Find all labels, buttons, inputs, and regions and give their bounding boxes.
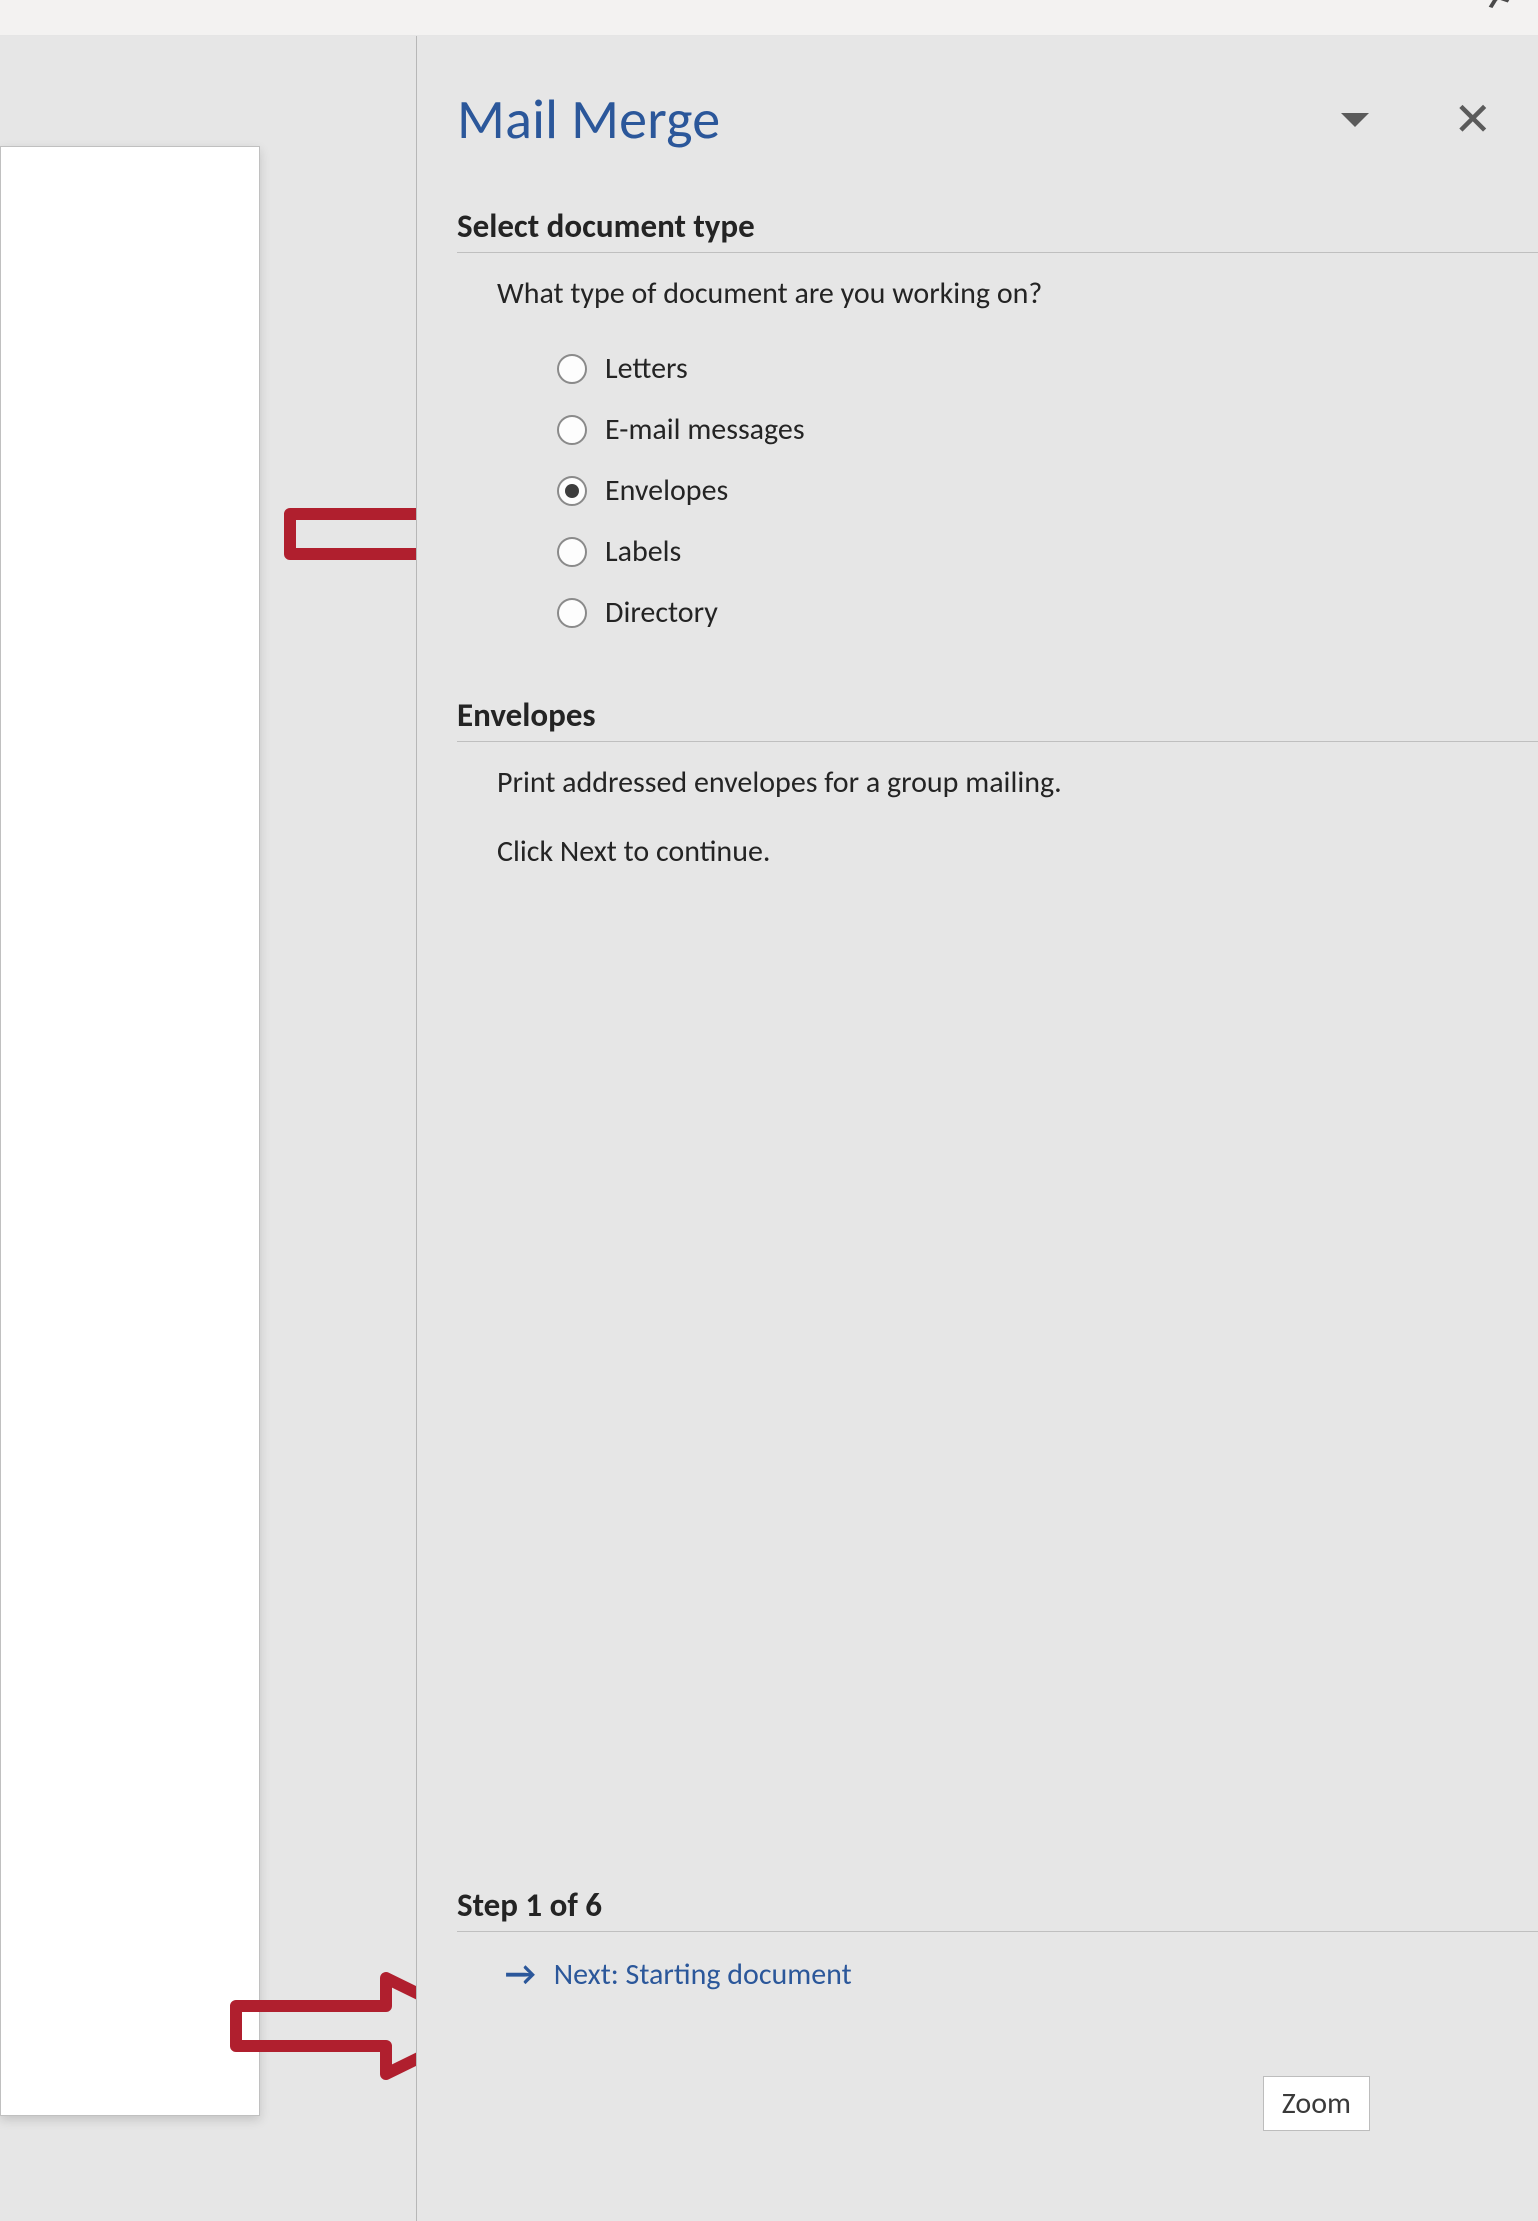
mail-merge-task-pane: Mail Merge ✕ Select document type What t…: [416, 36, 1538, 2221]
section-header: Envelopes: [457, 695, 1538, 742]
description-line: Click Next to continue.: [497, 829, 1538, 874]
radio-icon: [557, 415, 587, 445]
description-line: Print addressed envelopes for a group ma…: [497, 760, 1538, 805]
radio-label: Letters: [605, 346, 688, 391]
envelopes-section: Envelopes Print addressed envelopes for …: [457, 695, 1538, 874]
ribbon-bar: ⌃: [0, 0, 1538, 36]
doctype-radio-letters[interactable]: Letters: [497, 338, 1538, 399]
section-body: What type of document are you working on…: [457, 253, 1538, 643]
step-header: Step 1 of 6: [457, 1885, 1538, 1932]
doctype-radio-envelopes[interactable]: Envelopes: [497, 460, 1538, 521]
section-body: Print addressed envelopes for a group ma…: [457, 742, 1538, 874]
doctype-radio-email[interactable]: E-mail messages: [497, 399, 1538, 460]
wizard-step-block: Step 1 of 6 → Next: Starting document: [457, 1885, 1538, 1995]
next-step-link[interactable]: → Next: Starting document: [457, 1932, 1538, 1995]
prompt-text: What type of document are you working on…: [497, 271, 1538, 316]
document-page[interactable]: [0, 146, 260, 2116]
doctype-radio-labels[interactable]: Labels: [497, 521, 1538, 582]
pane-title: Mail Merge: [457, 86, 1341, 154]
pane-options-dropdown-icon[interactable]: [1341, 113, 1369, 127]
doctype-radio-directory[interactable]: Directory: [497, 582, 1538, 643]
radio-label: Envelopes: [605, 468, 728, 513]
zoom-label: Zoom: [1282, 2085, 1351, 2122]
radio-label: Directory: [605, 590, 718, 635]
radio-icon: [557, 598, 587, 628]
pane-title-row: Mail Merge ✕: [457, 86, 1538, 154]
next-step-label: Next: Starting document: [554, 1956, 852, 1993]
close-icon[interactable]: ✕: [1447, 103, 1498, 138]
collapse-ribbon-icon[interactable]: ⌃: [1482, 4, 1523, 19]
radio-label: Labels: [605, 529, 681, 574]
section-header: Select document type: [457, 206, 1538, 253]
work-area: Mail Merge ✕ Select document type What t…: [0, 36, 1538, 2221]
radio-icon: [557, 354, 587, 384]
arrow-right-icon: →: [505, 1954, 536, 1995]
radio-icon: [557, 476, 587, 506]
radio-label: E-mail messages: [605, 407, 805, 452]
radio-icon: [557, 537, 587, 567]
zoom-button[interactable]: Zoom: [1263, 2076, 1370, 2131]
select-document-type-section: Select document type What type of docume…: [457, 206, 1538, 643]
